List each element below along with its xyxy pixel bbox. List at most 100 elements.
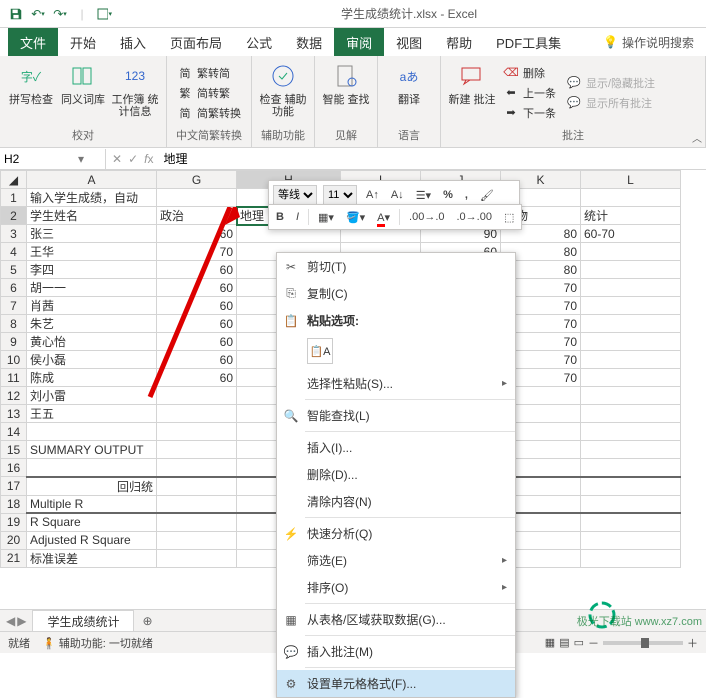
undo-icon[interactable]: ↶▾ bbox=[30, 6, 46, 22]
cell[interactable]: 回归统 bbox=[27, 477, 157, 496]
ctx-format-cells[interactable]: ⚙设置单元格格式(F)... bbox=[277, 670, 515, 697]
ctx-get-table-data[interactable]: ▦从表格/区域获取数据(G)... bbox=[277, 606, 515, 633]
chevron-down-icon[interactable]: ▾ bbox=[78, 152, 84, 166]
col-header[interactable]: A bbox=[27, 171, 157, 189]
cell[interactable] bbox=[581, 315, 681, 333]
cell[interactable] bbox=[157, 549, 237, 567]
row-header[interactable]: 16 bbox=[1, 459, 27, 477]
prev-comment-button[interactable]: ⬅上一条 bbox=[499, 84, 560, 102]
paste-default-button[interactable]: 📋A bbox=[307, 338, 333, 364]
check-accessibility-button[interactable]: 检查 辅助功能 bbox=[258, 58, 308, 127]
tell-me[interactable]: 💡 操作说明搜索 bbox=[603, 28, 706, 56]
zoom-slider[interactable] bbox=[603, 641, 683, 645]
row-header[interactable]: 7 bbox=[1, 297, 27, 315]
spell-check-button[interactable]: 字✓拼写检查 bbox=[6, 58, 56, 127]
cell[interactable]: 输入学生成绩，自动 bbox=[27, 189, 157, 207]
ctx-cut[interactable]: ✂剪切(T) bbox=[277, 253, 515, 280]
cell[interactable] bbox=[581, 387, 681, 405]
cell[interactable]: 60-70 bbox=[581, 225, 681, 243]
cell[interactable] bbox=[581, 549, 681, 567]
cell[interactable]: 标准误差 bbox=[27, 549, 157, 567]
cell[interactable]: Adjusted R Square bbox=[27, 531, 157, 549]
row-header[interactable]: 6 bbox=[1, 279, 27, 297]
enter-icon[interactable]: ✓ bbox=[128, 152, 138, 166]
page-break-view-icon[interactable]: ▭ bbox=[574, 636, 584, 649]
cell[interactable] bbox=[157, 459, 237, 477]
cell[interactable]: SUMMARY OUTPUT bbox=[27, 441, 157, 459]
ctx-insert[interactable]: 插入(I)... bbox=[277, 434, 515, 461]
merge-icon[interactable]: ⬚ bbox=[501, 211, 517, 224]
row-header[interactable]: 21 bbox=[1, 549, 27, 567]
ctx-quick-analysis[interactable]: ⚡快速分析(Q) bbox=[277, 520, 515, 547]
row-header[interactable]: 13 bbox=[1, 405, 27, 423]
zoom-in-icon[interactable]: ＋ bbox=[687, 635, 698, 651]
ctx-delete[interactable]: 删除(D)... bbox=[277, 461, 515, 488]
row-header[interactable]: 15 bbox=[1, 441, 27, 459]
ctx-insert-comment[interactable]: 💬插入批注(M) bbox=[277, 638, 515, 665]
format-painter-icon[interactable]: 🖌 bbox=[477, 189, 497, 202]
cell[interactable] bbox=[581, 531, 681, 549]
tab-data[interactable]: 数据 bbox=[284, 28, 334, 56]
cell[interactable] bbox=[157, 189, 237, 207]
name-box-input[interactable] bbox=[4, 152, 74, 166]
fill-color-icon[interactable]: 🪣▾ bbox=[343, 211, 368, 224]
row-header[interactable]: 10 bbox=[1, 351, 27, 369]
fx-icon[interactable]: fx bbox=[144, 152, 153, 166]
thesaurus-button[interactable]: 同义词库 bbox=[58, 58, 108, 127]
page-layout-view-icon[interactable]: ▤ bbox=[559, 636, 569, 649]
cell[interactable]: 朱艺 bbox=[27, 315, 157, 333]
cell[interactable]: 王五 bbox=[27, 405, 157, 423]
zoom-out-icon[interactable]: － bbox=[588, 635, 599, 651]
new-sheet-button[interactable]: ⊕ bbox=[134, 614, 160, 628]
name-box[interactable]: ▾ bbox=[0, 149, 106, 169]
ctx-clear[interactable]: 清除内容(N) bbox=[277, 488, 515, 515]
select-all-corner[interactable]: ◢ bbox=[1, 171, 27, 189]
cell[interactable] bbox=[581, 351, 681, 369]
decrease-decimal-icon[interactable]: .00→.0 bbox=[406, 211, 447, 223]
cell[interactable] bbox=[27, 423, 157, 441]
cell[interactable] bbox=[581, 513, 681, 531]
cell[interactable] bbox=[581, 279, 681, 297]
touch-mode-icon[interactable]: ▾ bbox=[96, 6, 112, 22]
cell[interactable]: 刘小雷 bbox=[27, 387, 157, 405]
cell[interactable]: Multiple R bbox=[27, 495, 157, 513]
sheet-tab[interactable]: 学生成绩统计 bbox=[32, 610, 134, 632]
ctx-sort[interactable]: 排序(O)▸ bbox=[277, 574, 515, 601]
simp-to-trad-button[interactable]: 繁简转繁 bbox=[173, 84, 245, 102]
collapse-ribbon-icon[interactable]: ︿ bbox=[692, 130, 702, 145]
convert-button[interactable]: 简简繁转换 bbox=[173, 104, 245, 122]
cell[interactable]: 陈成 bbox=[27, 369, 157, 387]
cell[interactable] bbox=[581, 423, 681, 441]
percent-icon[interactable]: % bbox=[440, 189, 456, 201]
cell[interactable] bbox=[581, 243, 681, 261]
row-header[interactable]: 11 bbox=[1, 369, 27, 387]
font-color-icon[interactable]: A▾ bbox=[374, 211, 393, 224]
cell[interactable] bbox=[157, 477, 237, 496]
cell[interactable]: 张三 bbox=[27, 225, 157, 243]
next-comment-button[interactable]: ➡下一条 bbox=[499, 104, 560, 122]
cell[interactable] bbox=[157, 495, 237, 513]
col-header[interactable]: G bbox=[157, 171, 237, 189]
row-header[interactable]: 5 bbox=[1, 261, 27, 279]
tab-help[interactable]: 帮助 bbox=[434, 28, 484, 56]
cell[interactable] bbox=[581, 477, 681, 496]
cell[interactable]: 侯小磊 bbox=[27, 351, 157, 369]
sheet-nav-next-icon[interactable]: ▶ bbox=[17, 614, 26, 628]
formula-input[interactable] bbox=[163, 151, 702, 165]
cell[interactable] bbox=[157, 531, 237, 549]
row-header[interactable]: 1 bbox=[1, 189, 27, 207]
row-header[interactable]: 3 bbox=[1, 225, 27, 243]
row-header[interactable]: 20 bbox=[1, 531, 27, 549]
ctx-copy[interactable]: ⎘复制(C) bbox=[277, 280, 515, 307]
cell[interactable] bbox=[581, 405, 681, 423]
mini-size-select[interactable]: 11 bbox=[323, 185, 357, 205]
new-comment-button[interactable]: 新建 批注 bbox=[447, 58, 497, 127]
ctx-smart-lookup[interactable]: 🔍智能查找(L) bbox=[277, 402, 515, 429]
ctx-paste-special[interactable]: 选择性粘贴(S)...▸ bbox=[277, 370, 515, 397]
increase-font-icon[interactable]: A↑ bbox=[363, 189, 382, 201]
accounting-format-icon[interactable]: ☰▾ bbox=[413, 189, 434, 202]
cell[interactable]: 学生姓名 bbox=[27, 207, 157, 225]
mini-font-select[interactable]: 等线 bbox=[273, 185, 317, 205]
tab-view[interactable]: 视图 bbox=[384, 28, 434, 56]
cancel-icon[interactable]: ✕ bbox=[112, 152, 122, 166]
